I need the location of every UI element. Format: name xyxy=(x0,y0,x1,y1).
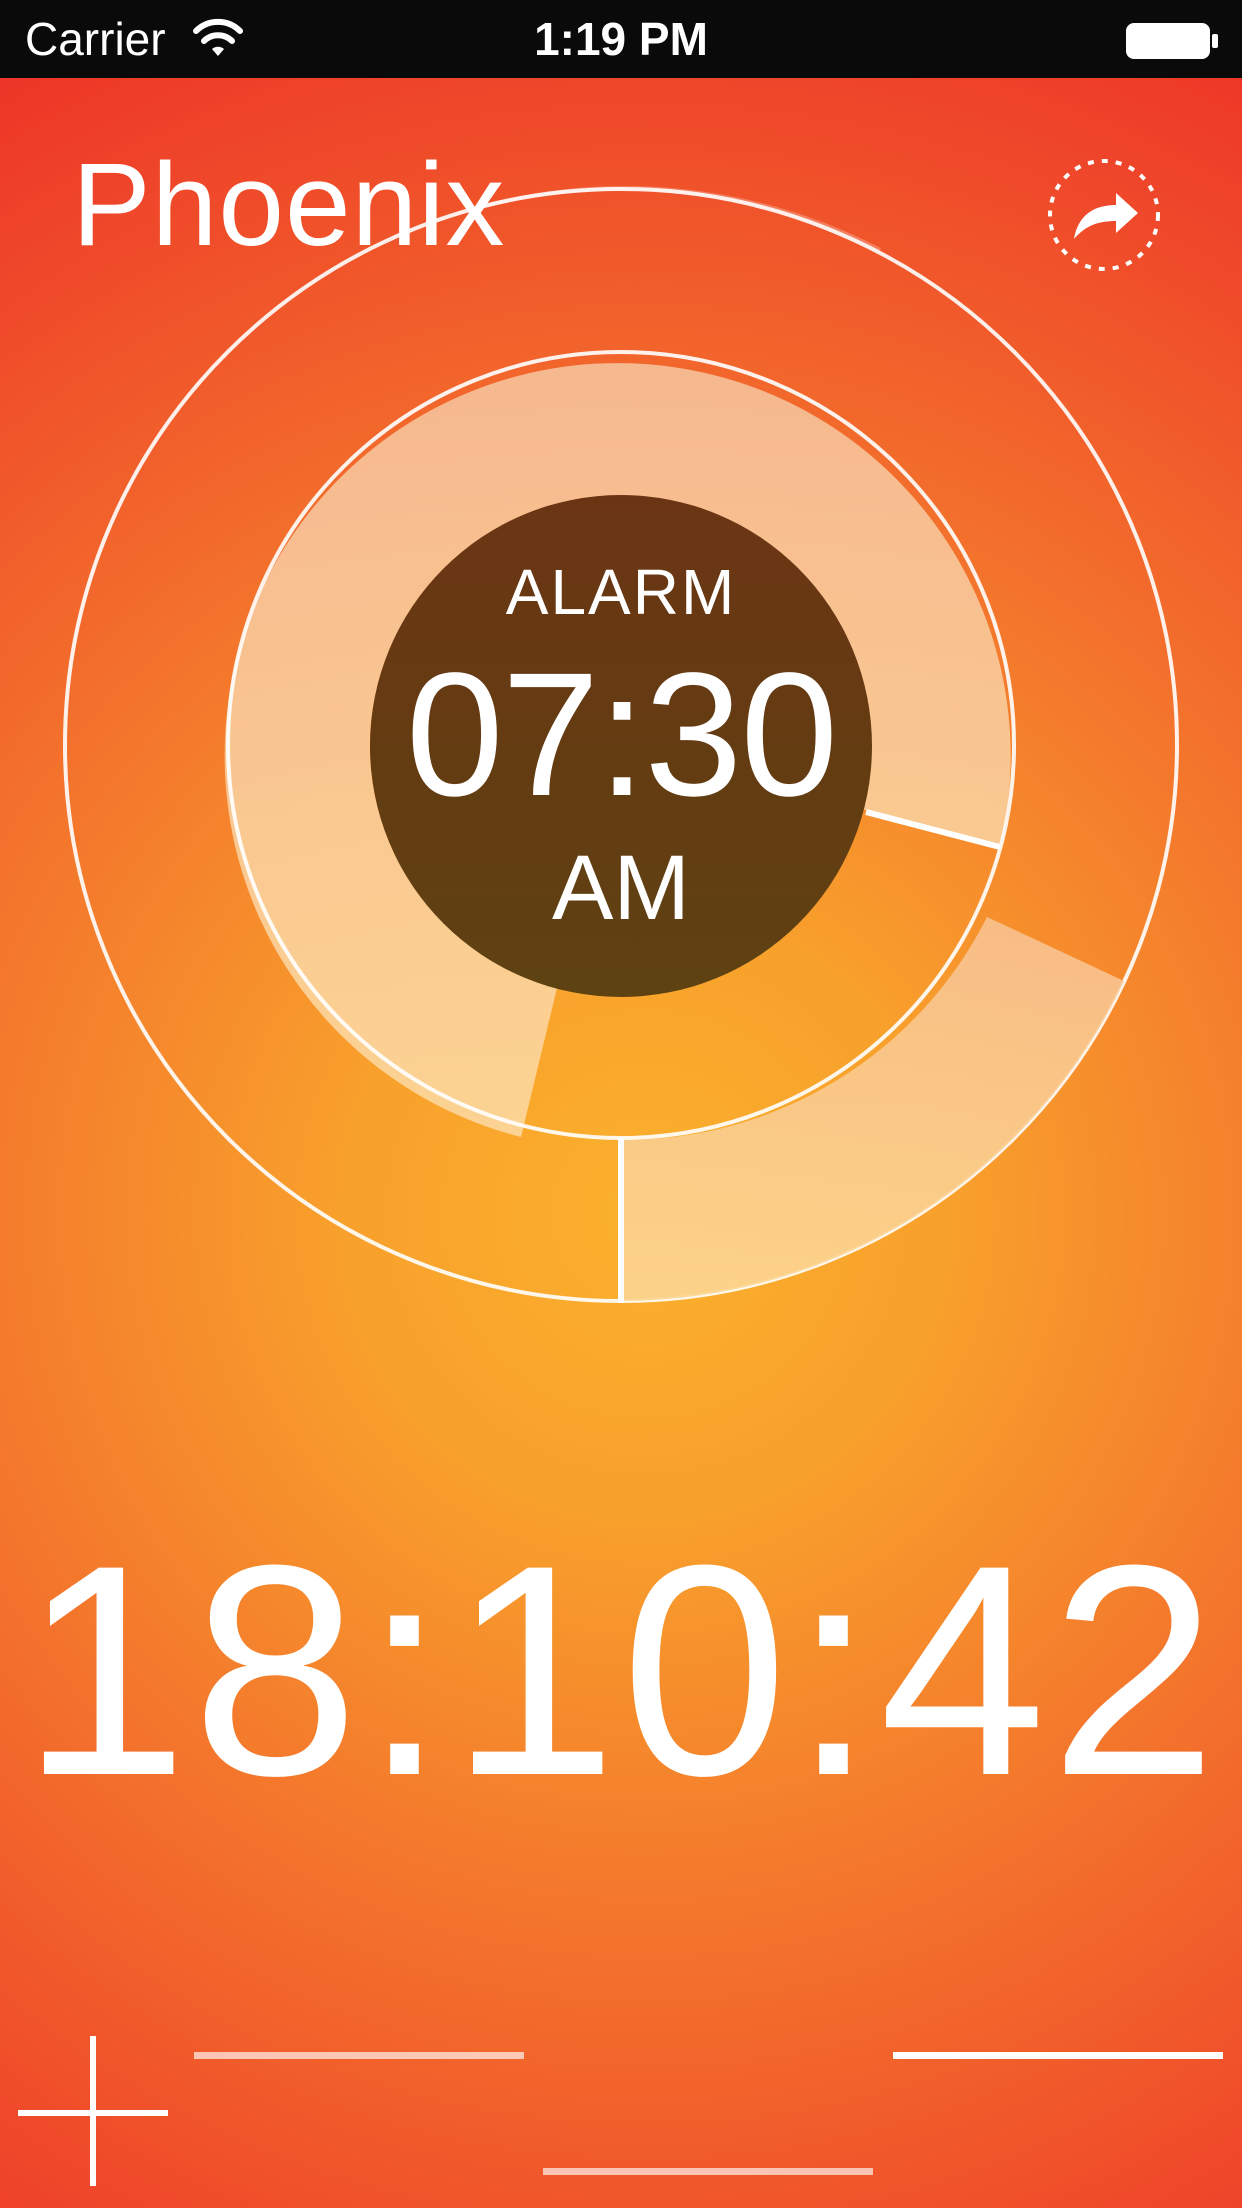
page-indicator-1[interactable] xyxy=(194,2052,524,2059)
plus-icon-vertical xyxy=(90,2036,96,2186)
current-time: 18:10:42 xyxy=(21,1502,1221,1838)
share-arrow-icon[interactable] xyxy=(1044,155,1164,275)
alarm-period: AM xyxy=(552,837,690,939)
alarm-label: ALARM xyxy=(505,556,737,628)
app-title: Phoenix xyxy=(72,139,506,271)
alarm-time: 07:30 xyxy=(405,637,838,833)
screen: Carrier 1:19 PM Phoenix ALARM 07:30 AM 1… xyxy=(0,0,1242,2208)
page-indicator-3-active[interactable] xyxy=(893,2052,1223,2059)
page-indicator-2[interactable] xyxy=(543,2168,873,2175)
outer-ring-faded-arc xyxy=(469,186,881,252)
alarm-display[interactable]: ALARM 07:30 AM xyxy=(370,495,872,997)
plus-icon[interactable] xyxy=(18,2036,168,2186)
